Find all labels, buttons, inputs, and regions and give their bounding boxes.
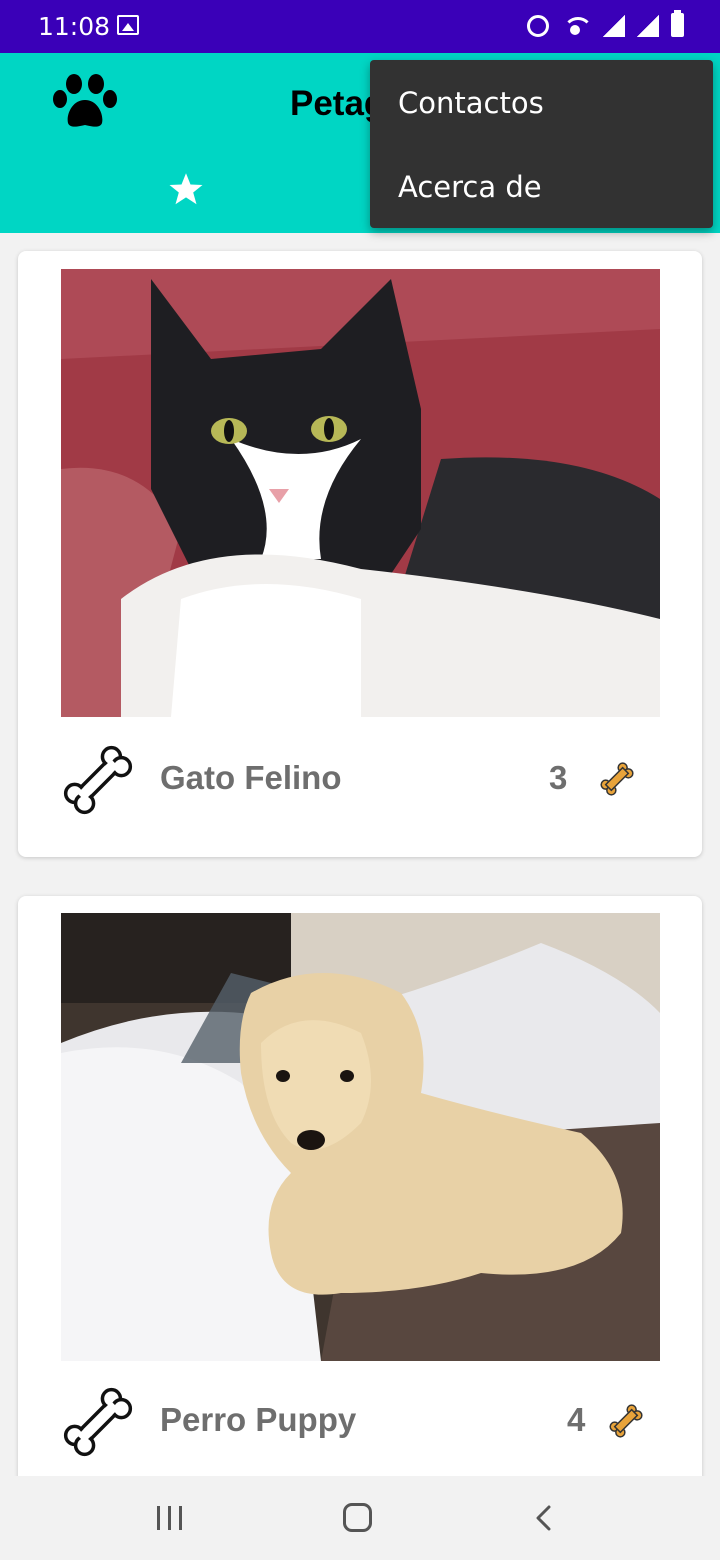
dog-photo (61, 913, 660, 1361)
pet-card[interactable]: Perro Puppy 4 (18, 896, 702, 1506)
overflow-menu: Contactos Acerca de (370, 60, 713, 228)
signal-icon (603, 15, 625, 37)
pet-card-row: Gato Felino 3 (18, 732, 702, 828)
cat-photo (61, 269, 660, 717)
signal-icon-2 (637, 15, 659, 37)
pet-card[interactable]: Gato Felino 3 (18, 251, 702, 857)
paw-icon (53, 74, 117, 127)
alarm-icon (527, 15, 549, 37)
bone-icon (600, 762, 634, 796)
star-icon[interactable] (168, 171, 204, 207)
pet-rating: 4 (567, 1401, 586, 1438)
home-icon[interactable] (343, 1503, 372, 1532)
status-bar: 11:08 (0, 0, 720, 53)
navigation-bar (0, 1476, 720, 1560)
pet-name: Gato Felino (160, 759, 342, 796)
gallery-icon (117, 15, 139, 35)
recent-apps-icon[interactable] (157, 1506, 183, 1530)
bone-outline-icon[interactable] (54, 1378, 142, 1466)
pet-rating: 3 (549, 759, 568, 796)
pet-name: Perro Puppy (160, 1401, 357, 1438)
wifi-icon (561, 15, 593, 37)
menu-item-contactos[interactable]: Contactos (370, 60, 713, 144)
status-time: 11:08 (38, 12, 111, 41)
pet-card-row: Perro Puppy 4 (18, 1374, 702, 1470)
menu-item-acerca-de[interactable]: Acerca de (370, 144, 713, 228)
status-icons (527, 10, 684, 37)
battery-icon (671, 10, 684, 37)
back-icon[interactable] (535, 1505, 551, 1531)
bone-outline-icon[interactable] (54, 736, 142, 824)
bone-icon (609, 1404, 643, 1438)
